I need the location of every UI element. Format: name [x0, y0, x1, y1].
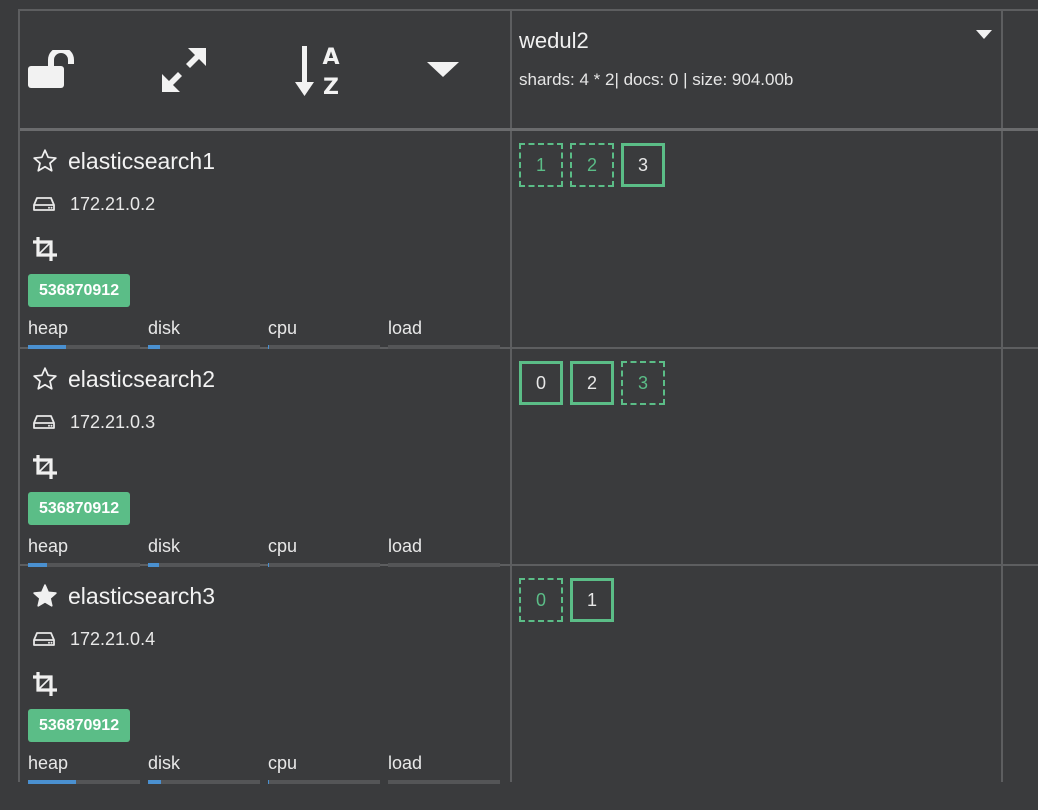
metric-track — [148, 345, 260, 349]
metric-cpu: cpu — [268, 318, 380, 349]
metric-label: cpu — [268, 536, 298, 556]
metric-label: disk — [148, 536, 181, 556]
replica-shard[interactable]: 3 — [621, 361, 665, 405]
metric-cpu: cpu — [268, 753, 380, 784]
node-ip: 172.21.0.4 — [70, 628, 156, 649]
metric-track — [388, 780, 500, 784]
metric-load: load — [388, 536, 500, 567]
node-badge: 536870912 — [28, 274, 131, 307]
metric-load: load — [388, 318, 500, 349]
hard-drive-icon — [33, 415, 55, 429]
metric-label: cpu — [268, 753, 298, 773]
metric-disk: disk — [148, 753, 260, 784]
column-divider — [510, 11, 512, 782]
primary-shard[interactable]: 1 — [570, 578, 614, 622]
metric-heap: heap — [28, 753, 140, 784]
node-badge: 536870912 — [28, 492, 131, 525]
metric-track — [268, 345, 380, 349]
star-outline-icon[interactable] — [32, 366, 58, 392]
sort-alpha-icon[interactable]: A Z — [294, 42, 344, 98]
metric-track — [148, 563, 260, 567]
metric-heap: heap — [28, 536, 140, 567]
node-header: elasticsearch2 — [32, 364, 215, 394]
metric-track — [268, 780, 380, 784]
primary-shard[interactable]: 3 — [621, 143, 665, 187]
node-header: elasticsearch3 — [32, 581, 215, 611]
metric-track — [388, 563, 500, 567]
metric-disk: disk — [148, 318, 260, 349]
node-ip: 172.21.0.2 — [70, 193, 156, 214]
metric-fill — [268, 780, 270, 784]
star-filled-icon[interactable] — [32, 583, 58, 609]
metric-track — [148, 780, 260, 784]
metric-fill — [148, 345, 161, 349]
svg-text:A: A — [322, 45, 339, 70]
replica-shard[interactable]: 0 — [519, 578, 563, 622]
index-name[interactable]: wedul2 — [519, 28, 589, 54]
star-outline-icon[interactable] — [32, 148, 58, 174]
primary-shard[interactable]: 2 — [570, 361, 614, 405]
metric-disk: disk — [148, 536, 260, 567]
metric-cpu: cpu — [268, 536, 380, 567]
metric-load: load — [388, 753, 500, 784]
metric-label: load — [388, 536, 423, 556]
metric-fill — [268, 345, 270, 349]
node-name[interactable]: elasticsearch2 — [68, 366, 215, 393]
index-stats: shards: 4 * 2| docs: 0 | size: 904.00b — [519, 70, 794, 89]
node-name[interactable]: elasticsearch3 — [68, 583, 215, 610]
crop-icon — [33, 672, 57, 696]
metric-track — [28, 780, 140, 784]
node-header: elasticsearch1 — [32, 146, 215, 176]
metric-label: heap — [28, 536, 69, 556]
metric-fill — [268, 563, 270, 567]
metric-fill — [148, 563, 160, 567]
metric-track — [28, 345, 140, 349]
metric-label: load — [388, 318, 423, 338]
hard-drive-icon — [33, 197, 55, 211]
metric-fill — [148, 780, 162, 784]
node-ip-row: 172.21.0.3 — [32, 410, 155, 434]
metric-label: heap — [28, 753, 69, 773]
node-ip-row: 172.21.0.2 — [32, 192, 155, 216]
unlock-icon[interactable] — [27, 50, 79, 90]
node-badge: 536870912 — [28, 709, 131, 742]
index-menu-caret-icon[interactable] — [976, 27, 992, 45]
header-divider — [20, 128, 1038, 131]
metric-fill — [28, 780, 77, 784]
node-ip-row: 172.21.0.4 — [32, 627, 155, 651]
caret-down-icon[interactable] — [427, 62, 459, 78]
crop-icon — [33, 455, 57, 479]
crop-icon — [33, 237, 57, 261]
node-ip: 172.21.0.3 — [70, 411, 156, 432]
metric-label: disk — [148, 753, 181, 773]
column-divider — [1001, 11, 1003, 782]
expand-arrows-icon[interactable] — [160, 46, 208, 94]
metric-track — [388, 345, 500, 349]
node-name[interactable]: elasticsearch1 — [68, 148, 215, 175]
metric-fill — [28, 563, 48, 567]
hard-drive-icon — [33, 632, 55, 646]
metric-fill — [28, 345, 67, 349]
svg-text:Z: Z — [323, 75, 339, 98]
primary-shard[interactable]: 0 — [519, 361, 563, 405]
replica-shard[interactable]: 2 — [570, 143, 614, 187]
metric-heap: heap — [28, 318, 140, 349]
metric-label: load — [388, 753, 423, 773]
metric-track — [28, 563, 140, 567]
metric-label: heap — [28, 318, 69, 338]
replica-shard[interactable]: 1 — [519, 143, 563, 187]
metric-track — [268, 563, 380, 567]
metric-label: disk — [148, 318, 181, 338]
metric-label: cpu — [268, 318, 298, 338]
